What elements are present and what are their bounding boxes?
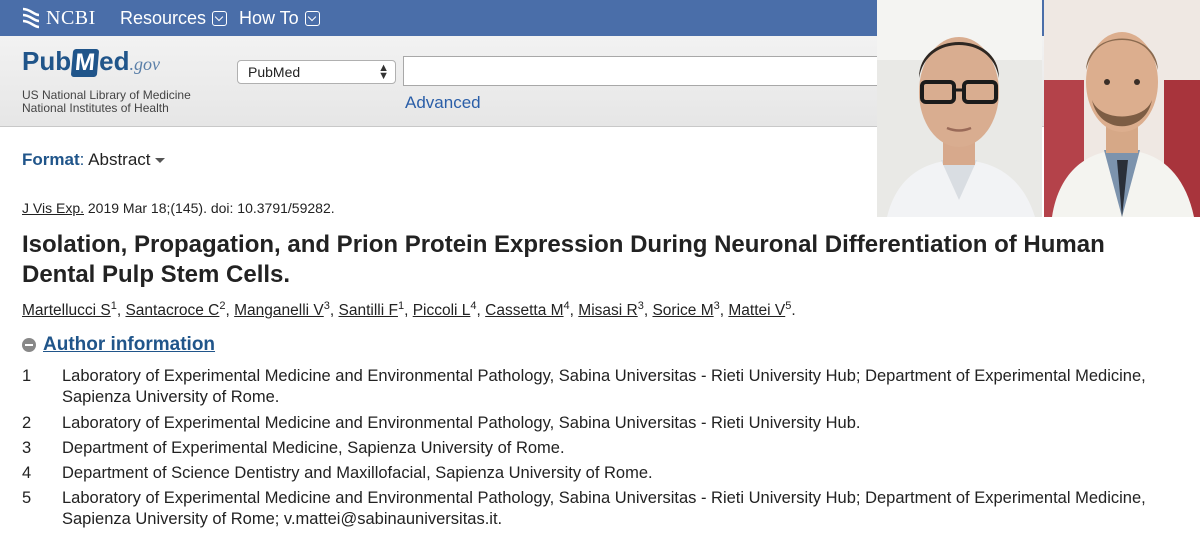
author-list: Martellucci S1, Santacroce C2, Manganell… <box>22 300 796 320</box>
format-value: Abstract <box>88 150 151 169</box>
author-affiliation-ref: 1 <box>397 300 405 312</box>
author-affiliation-ref: 4 <box>470 300 477 312</box>
pubmed-logo-ed: ed <box>99 46 130 76</box>
affiliation-number: 1 <box>22 367 32 385</box>
author-information-label: Author information <box>43 334 216 355</box>
citation: J Vis Exp. 2019 Mar 18;(145). doi: 10.37… <box>22 200 335 216</box>
author-link[interactable]: Sorice M <box>652 302 713 319</box>
affiliation-number: 3 <box>22 439 32 457</box>
resources-menu[interactable]: Resources <box>120 8 228 29</box>
caret-down-icon <box>154 158 165 164</box>
journal-link[interactable]: J Vis Exp. <box>22 200 84 216</box>
author-affiliation-ref: 1 <box>110 300 117 312</box>
affiliation-text: Laboratory of Experimental Medicine and … <box>62 489 1146 528</box>
database-select-value: PubMed <box>248 64 301 80</box>
pubmed-logo-gov: .gov <box>129 54 160 74</box>
author-affiliation-ref: 3 <box>637 300 644 312</box>
resources-menu-label: Resources <box>120 8 207 28</box>
select-arrows-icon: ▲ ▼ <box>378 62 389 82</box>
author-affiliation-ref: 3 <box>323 300 330 312</box>
format-selector[interactable]: Format: Abstract <box>22 150 165 170</box>
author-link[interactable]: Misasi R <box>578 302 637 319</box>
author-information-toggle[interactable]: Author information <box>22 334 215 356</box>
advanced-search-link[interactable]: Advanced <box>405 93 481 113</box>
affiliation-text: Department of Experimental Medicine, Sap… <box>62 439 565 457</box>
author-affiliation-ref: 2 <box>219 300 226 312</box>
author-link[interactable]: Martellucci S <box>22 302 111 319</box>
how-to-menu[interactable]: How To <box>239 8 320 29</box>
affiliation-text: Laboratory of Experimental Medicine and … <box>62 414 861 432</box>
pubmed-logo[interactable]: Pub Med.gov <box>22 46 160 80</box>
author-link[interactable]: Cassetta M <box>485 302 563 319</box>
chevron-down-icon <box>212 11 228 26</box>
affiliation-text: Laboratory of Experimental Medicine and … <box>62 367 1146 406</box>
affiliation-number: 5 <box>22 489 32 507</box>
author-affiliation-ref: 5 <box>785 300 792 312</box>
affiliation-number: 2 <box>22 414 32 432</box>
collapse-minus-icon <box>22 338 36 352</box>
author-photo-1 <box>877 0 1042 217</box>
author-photo-2 <box>1044 0 1200 217</box>
nlm-line-1: US National Library of Medicine <box>22 88 191 102</box>
author-affiliation-ref: 3 <box>713 300 720 312</box>
author-link[interactable]: Mattei V <box>728 302 785 319</box>
author-link[interactable]: Manganelli V <box>234 302 324 319</box>
format-label: Format <box>22 150 80 169</box>
author-link[interactable]: Santilli F <box>339 302 398 319</box>
ncbi-logo-text: NCBI <box>46 6 96 29</box>
how-to-menu-label: How To <box>239 8 299 28</box>
author-affiliation-ref: 4 <box>563 300 570 312</box>
ncbi-logo[interactable]: NCBI <box>20 5 96 31</box>
search-input[interactable] <box>403 56 883 86</box>
pubmed-logo-pub: Pub <box>22 46 72 76</box>
chevron-down-icon <box>304 11 320 26</box>
format-separator: : <box>79 150 85 169</box>
pubmed-logo-m: M <box>70 49 100 77</box>
citation-details: 2019 Mar 18;(145). doi: 10.3791/59282. <box>87 200 335 216</box>
article-title: Isolation, Propagation, and Prion Protei… <box>22 231 1105 288</box>
author-link[interactable]: Santacroce C <box>125 302 219 319</box>
database-select[interactable]: PubMed ▲ ▼ <box>237 60 396 84</box>
author-link[interactable]: Piccoli L <box>413 302 471 319</box>
nih-line-2: National Institutes of Health <box>22 101 169 115</box>
affiliation-text: Department of Science Dentistry and Maxi… <box>62 464 653 482</box>
affiliation-number: 4 <box>22 464 32 482</box>
ncbi-helix-icon <box>22 7 40 29</box>
